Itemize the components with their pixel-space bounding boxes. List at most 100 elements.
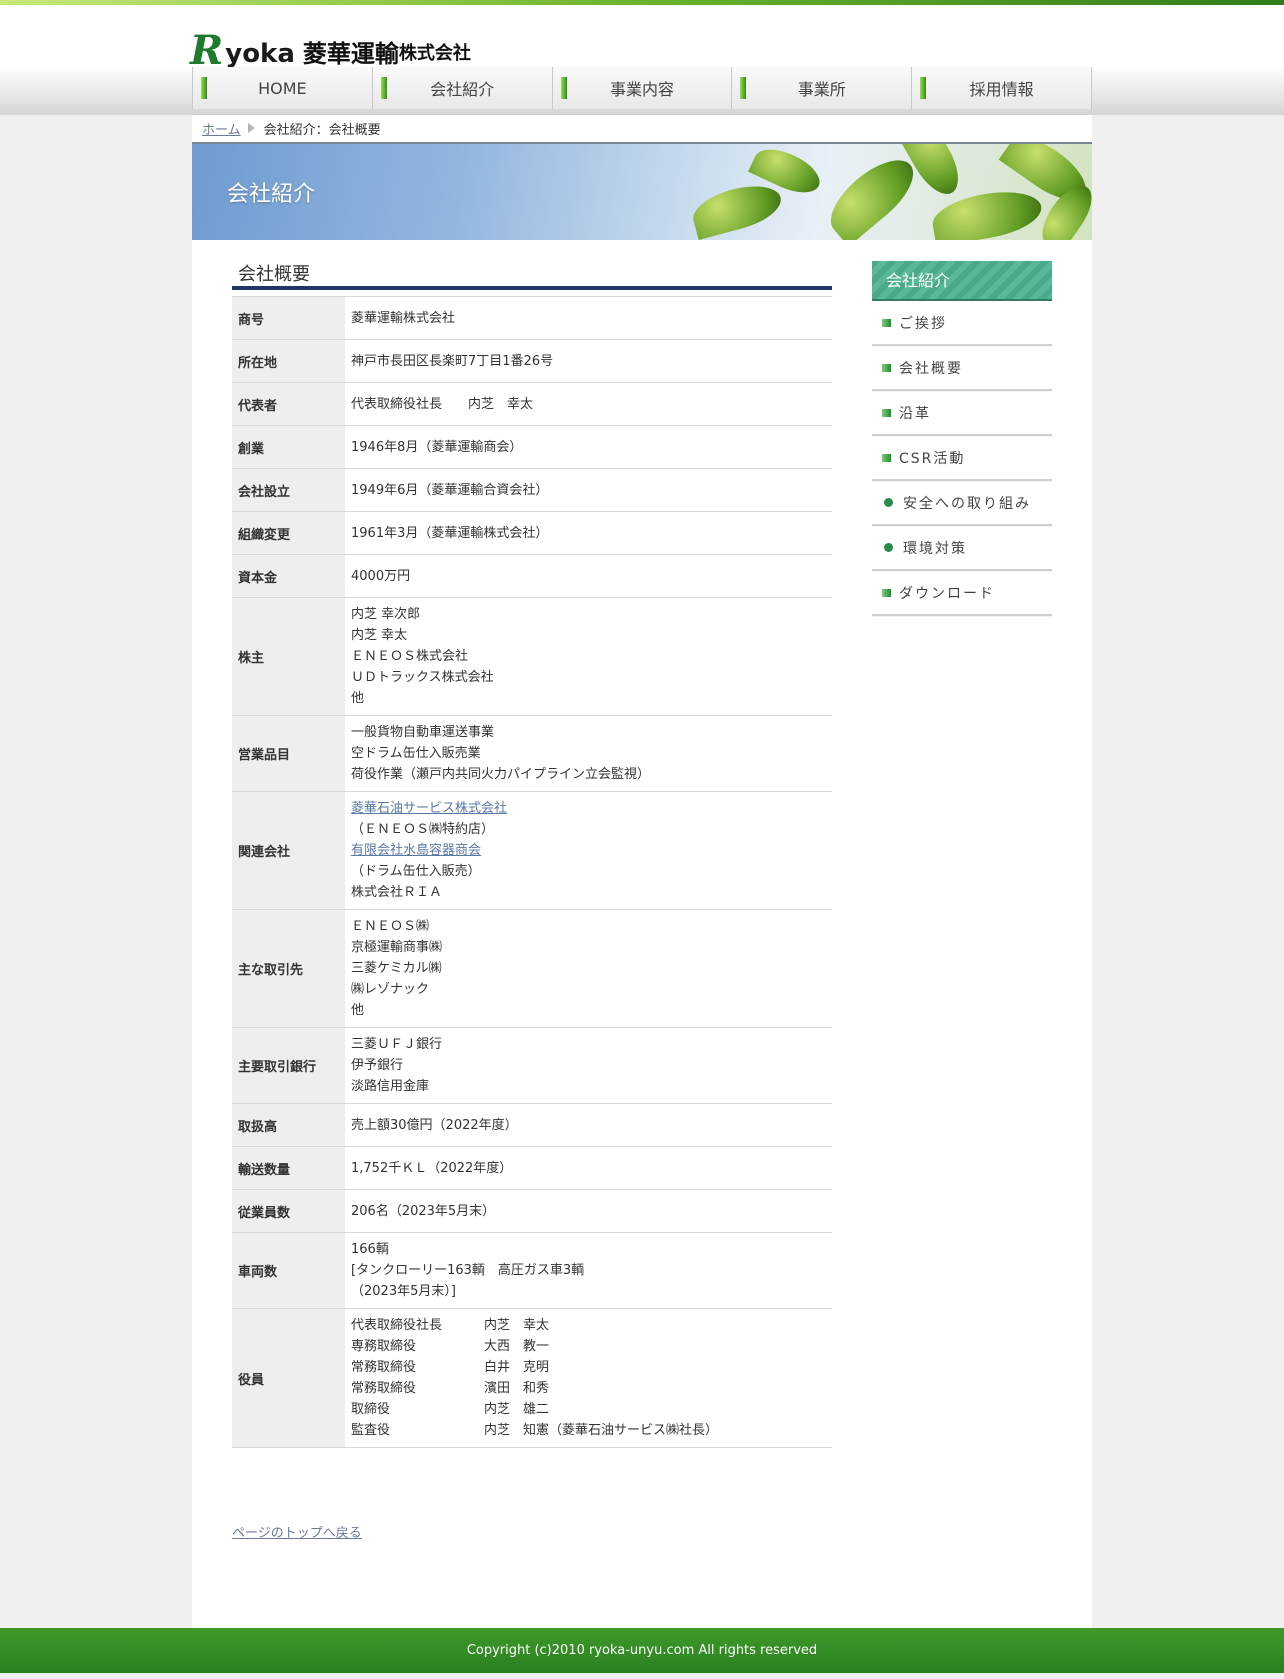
table-row: 従業員数 206名（2023年5月末） xyxy=(232,1189,832,1233)
breadcrumb-current: 会社紹介：会社概要 xyxy=(263,122,381,138)
value-line: 1,752千ＫＬ（2022年度） xyxy=(351,1160,513,1176)
value-line: 代表取締役社長 内芝 幸太 xyxy=(351,396,534,412)
sidebar-item-label: 沿革 xyxy=(899,405,931,422)
value-line: 三菱ＵＦＪ銀行 xyxy=(351,1037,443,1052)
row-value: 三菱ＵＦＪ銀行 伊予銀行 淡路信用金庫 xyxy=(345,1027,832,1104)
officer-line: 専務取締役 大西 教一 xyxy=(351,1336,826,1357)
table-row: 会社設立 1949年6月（菱華運輸合資会社） xyxy=(232,468,832,512)
sidebar-item[interactable]: 会社概要 xyxy=(872,346,1052,391)
row-value: 売上額30億円（2022年度） xyxy=(345,1103,832,1147)
value-line: 他 xyxy=(351,1003,365,1018)
sidebar-item[interactable]: 安全への取り組み xyxy=(872,481,1052,526)
nav-item-offices[interactable]: 事業所 xyxy=(732,67,913,109)
officer-line: 取締役 内芝 雄二 xyxy=(351,1399,826,1420)
officer-line: 常務取締役 濱田 和秀 xyxy=(351,1378,826,1399)
logo-mark: R xyxy=(190,27,224,74)
row-label: 関連会社 xyxy=(232,791,345,910)
row-label: 会社設立 xyxy=(232,468,345,512)
value-line: ㈱レゾナック xyxy=(351,982,430,997)
nav-item-company[interactable]: 会社紹介 xyxy=(372,67,553,109)
sidebar-item[interactable]: ご挨拶 xyxy=(872,301,1052,346)
sidebar-item[interactable]: CSR活動 xyxy=(872,436,1052,481)
table-row: 役員 代表取締役社長 内芝 幸太 専務取締役 大西 教一 常務取締役 白井 克明 常務取締役濱… xyxy=(232,1308,832,1448)
breadcrumb-home-link[interactable]: ホーム xyxy=(202,119,241,138)
value-line: ＵＤトラックス株式会社 xyxy=(351,670,494,685)
bullet-square-icon xyxy=(882,453,891,462)
value-line: 1949年6月（菱華運輸合資会社） xyxy=(351,482,549,498)
officer-name: 白井 克明 xyxy=(484,1360,550,1375)
row-label: 輸送数量 xyxy=(232,1146,345,1190)
row-value: ＥＮＥＯＳ㈱ 京極運輸商事㈱ 三菱ケミカル㈱ ㈱レゾナック他 xyxy=(345,909,832,1028)
sidebar-item-label: 会社概要 xyxy=(899,360,963,377)
officer-name: 内芝 雄二 xyxy=(484,1402,550,1417)
related-company-link[interactable]: 有限会社水島容器商会 xyxy=(351,840,826,861)
nav-item-recruit[interactable]: 採用情報 xyxy=(912,67,1092,109)
value-line: 三菱ケミカル㈱ xyxy=(351,961,442,976)
row-value: 代表取締役社長 内芝 幸太 専務取締役 大西 教一 常務取締役 白井 克明 常務取締役 濱田 … xyxy=(345,1308,832,1448)
officer-role: 代表取締役社長 xyxy=(351,1318,443,1333)
value-line: 1961年3月（菱華運輸株式会社） xyxy=(351,525,549,541)
breadcrumb: ホーム 会社紹介：会社概要 xyxy=(202,118,381,138)
value-line: 内芝 幸次郎 xyxy=(351,607,421,622)
row-value: 1949年6月（菱華運輸合資会社） xyxy=(345,468,832,512)
row-label: 取扱高 xyxy=(232,1103,345,1147)
table-row: 関連会社 菱華石油サービス株式会社 （ＥＮＥＯＳ㈱特約店） 有限会社水島容器商会 （ドラ… xyxy=(232,791,832,910)
sidebar-item[interactable]: 沿革 xyxy=(872,391,1052,436)
sidebar-item-label: 環境対策 xyxy=(903,540,967,557)
sidebar-menu: ご挨拶会社概要沿革 CSR活動安全への取り組み環境対策ダウンロード xyxy=(872,301,1052,616)
row-label: 代表者 xyxy=(232,382,345,426)
row-label: 主要取引銀行 xyxy=(232,1027,345,1104)
sidebar-item[interactable]: 環境対策 xyxy=(872,526,1052,571)
nav-bar-icon xyxy=(920,77,927,99)
row-label: 創業 xyxy=(232,425,345,469)
row-label: 株主 xyxy=(232,597,345,716)
sidebar-item[interactable]: ダウンロード xyxy=(872,571,1052,616)
officer-line: 監査役 内芝 知憲（菱華石油サービス㈱社長） xyxy=(351,1420,826,1441)
sidebar-item-label: CSR活動 xyxy=(899,450,966,467)
officer-role: 取締役 xyxy=(351,1402,391,1417)
back-to-top-link[interactable]: ページのトップへ戻る xyxy=(232,1522,362,1541)
breadcrumb-arrow-icon xyxy=(247,123,255,133)
row-label: 役員 xyxy=(232,1308,345,1448)
row-value: 1961年3月（菱華運輸株式会社） xyxy=(345,511,832,555)
row-value: 1,752千ＫＬ（2022年度） xyxy=(345,1146,832,1190)
row-label: 車両数 xyxy=(232,1232,345,1309)
page-content: ホーム 会社紹介：会社概要 会社紹介 会社概要 商号 菱華運輸株式会社 所在地 神戸市… xyxy=(192,115,1092,1628)
bullet-square-icon xyxy=(882,363,891,372)
table-row: 商号 菱華運輸株式会社 xyxy=(232,296,832,340)
nav-bar-icon xyxy=(560,77,567,99)
row-label: 商号 xyxy=(232,296,345,340)
value-line: 206名（2023年5月末） xyxy=(351,1203,496,1219)
company-overview: 会社概要 商号 菱華運輸株式会社 所在地 神戸市長田区長楽町7丁目1番26号 代表者 代表… xyxy=(232,263,832,1448)
row-label: 従業員数 xyxy=(232,1189,345,1233)
overview-table: 商号 菱華運輸株式会社 所在地 神戸市長田区長楽町7丁目1番26号 代表者 代表取締役社長… xyxy=(232,296,832,1448)
officer-role: 専務取締役 xyxy=(351,1339,417,1354)
row-label: 組織変更 xyxy=(232,511,345,555)
company-logo[interactable]: R yoka 菱華運輸 株式会社 xyxy=(190,27,471,71)
row-value: 4000万円 xyxy=(345,554,832,598)
table-row: 輸送数量 1,752千ＫＬ（2022年度） xyxy=(232,1146,832,1190)
row-label: 主な取引先 xyxy=(232,909,345,1028)
nav-item-label: 事業所 xyxy=(797,80,846,99)
logo-company-name: 菱華運輸 xyxy=(302,40,399,68)
nav-bar-icon xyxy=(201,77,207,99)
row-label: 所在地 xyxy=(232,339,345,383)
row-value: 1946年8月（菱華運輸商会） xyxy=(345,425,832,469)
value-line: 4000万円 xyxy=(351,568,411,584)
table-row: 創業 1946年8月（菱華運輸商会） xyxy=(232,425,832,469)
nav-item-label: 採用情報 xyxy=(969,80,1034,99)
nav-item-business[interactable]: 事業内容 xyxy=(552,67,733,109)
related-company-link[interactable]: 菱華石油サービス株式会社 xyxy=(351,798,826,819)
row-value: 代表取締役社長 内芝 幸太 xyxy=(345,382,832,426)
hero-title: 会社紹介 xyxy=(227,182,316,207)
nav-item-home[interactable]: HOME xyxy=(193,67,373,109)
officer-name: 大西 教一 xyxy=(484,1339,550,1354)
site-footer: Copyright (c)2010 ryoka-unyu.com All rig… xyxy=(0,1628,1284,1673)
officer-line: 常務取締役 白井 克明 xyxy=(351,1357,826,1378)
row-value: 菱華石油サービス株式会社 （ＥＮＥＯＳ㈱特約店） 有限会社水島容器商会 （ドラム缶仕入… xyxy=(345,791,832,910)
nav-item-label: 事業内容 xyxy=(609,80,674,99)
row-label: 営業品目 xyxy=(232,715,345,792)
value-line: ＥＮＥＯＳ株式会社 xyxy=(351,649,469,664)
value-line: 1946年8月（菱華運輸商会） xyxy=(351,439,523,455)
sidebar: 会社紹介 ご挨拶 会社概要 沿革 CSR活動 安全への取り組み 環境対策 ダウンロード xyxy=(872,261,1052,616)
